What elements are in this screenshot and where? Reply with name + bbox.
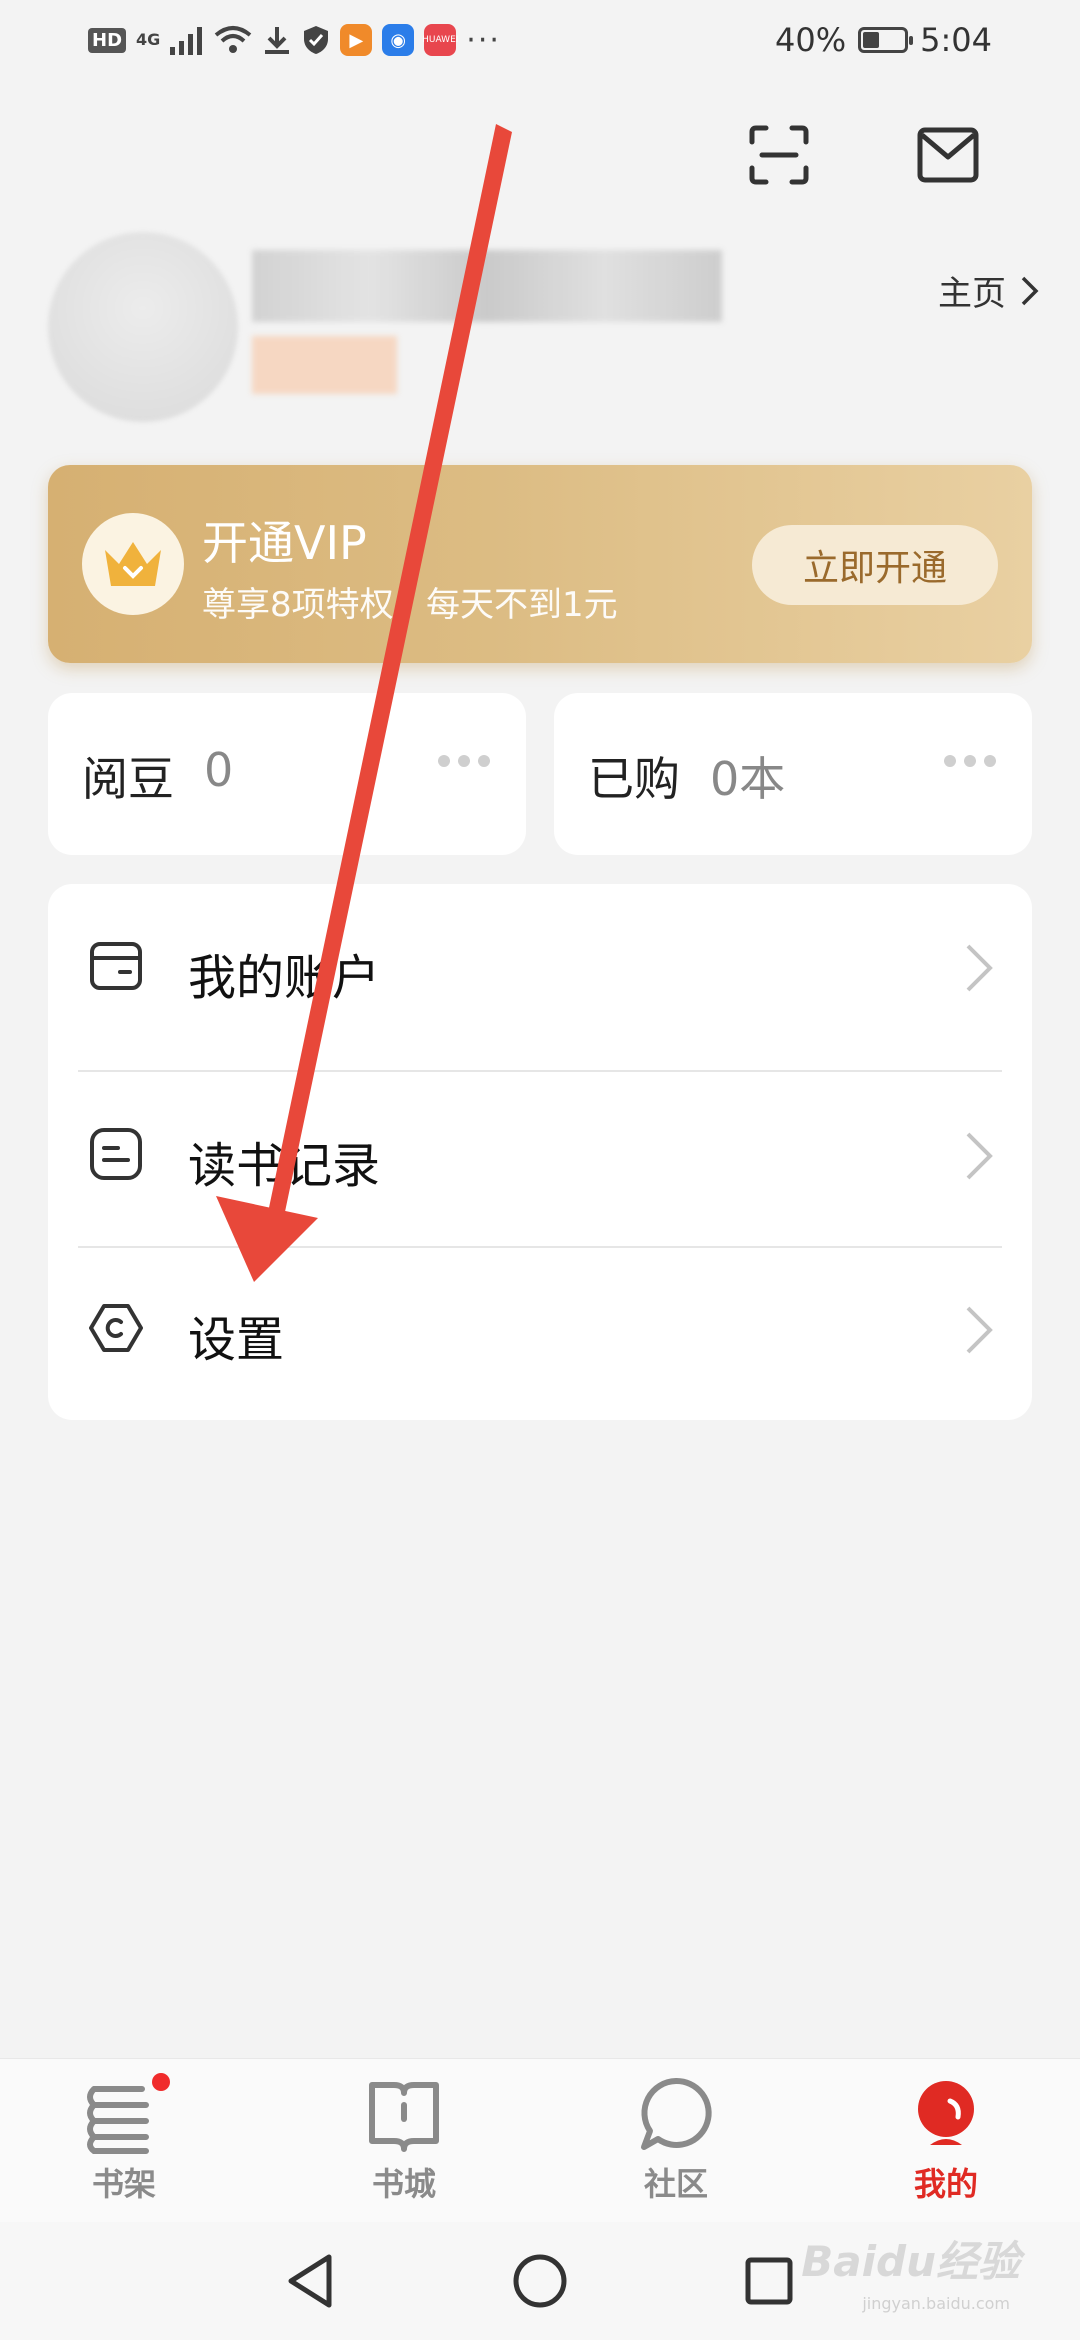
recents-button[interactable] — [734, 2246, 804, 2316]
avatar[interactable] — [48, 232, 238, 422]
stat-label: 阅豆 — [82, 752, 174, 806]
vip-banner[interactable]: 开通VIP 尊享8项特权 每天不到1元 立即开通 — [48, 465, 1032, 663]
menu-item-reading-record[interactable]: 读书记录 — [48, 1072, 1032, 1246]
network-type: 4G — [136, 30, 161, 49]
signal-icon — [170, 27, 203, 55]
more-dots-icon[interactable] — [438, 755, 490, 767]
menu-item-label: 设置 — [188, 1312, 285, 1368]
vip-subtitle: 尊享8项特权 每天不到1元 — [202, 585, 618, 625]
home-circle-icon — [513, 2254, 567, 2308]
bookstore-icon — [364, 2075, 444, 2155]
shield-icon — [304, 26, 329, 54]
battery-percent: 40% — [775, 21, 847, 59]
purchased-card[interactable]: 已购 0本 — [554, 693, 1032, 855]
profile-icon — [906, 2075, 986, 2155]
clock: 5:04 — [920, 21, 992, 59]
home-page-link[interactable]: 主页 — [938, 266, 1040, 315]
user-level-blurred — [252, 336, 397, 394]
nav-label: 书城 — [371, 2165, 436, 2203]
wifi-icon — [215, 26, 252, 53]
chevron-right-icon — [966, 944, 993, 992]
nav-label: 书架 — [91, 2165, 156, 2203]
watermark-url: jingyan.baidu.com — [862, 2294, 1010, 2313]
stat-value: 0本 — [710, 752, 786, 806]
bulb-app-icon: ◉ — [382, 24, 415, 56]
community-icon — [636, 2075, 716, 2155]
status-icons: HD 4G ▶ ◉ HUAWEI ··· — [88, 20, 501, 60]
wallet-icon — [90, 942, 142, 990]
status-bar: HD 4G ▶ ◉ HUAWEI ··· 40% 5:04 — [0, 0, 1080, 80]
status-right: 40% 5:04 — [775, 20, 992, 60]
notification-dot — [152, 2073, 170, 2091]
more-notifications-icon: ··· — [466, 22, 501, 58]
home-button[interactable] — [505, 2246, 575, 2316]
menu-list: 我的账户 读书记录 设置 — [48, 884, 1032, 1420]
menu-item-label: 我的账户 — [188, 950, 381, 1006]
battery-icon — [858, 27, 914, 53]
nav-mine[interactable]: 我的 — [846, 2075, 1046, 2215]
chevron-right-icon — [1021, 276, 1039, 305]
nav-bookstore[interactable]: 书城 — [304, 2075, 504, 2215]
chevron-right-icon — [966, 1132, 993, 1180]
huawei-app-icon: HUAWEI — [422, 24, 458, 56]
messages-button[interactable] — [913, 120, 983, 190]
activate-vip-button[interactable]: 立即开通 — [752, 525, 998, 605]
reading-record-icon — [90, 1128, 142, 1180]
nav-community[interactable]: 社区 — [576, 2075, 776, 2215]
download-icon — [265, 27, 290, 54]
menu-item-label: 读书记录 — [188, 1138, 381, 1194]
crown-badge — [82, 513, 184, 615]
settings-hexagon-icon — [89, 1304, 143, 1352]
recents-square-icon — [745, 2257, 793, 2305]
stat-value: 0 — [204, 743, 234, 797]
back-button[interactable] — [275, 2246, 345, 2316]
watermark: Baidu经验 — [801, 2237, 1020, 2286]
username-blurred — [252, 250, 722, 322]
menu-item-settings[interactable]: 设置 — [48, 1246, 1032, 1420]
hd-indicator: HD — [88, 27, 127, 53]
menu-item-my-account[interactable]: 我的账户 — [48, 884, 1032, 1058]
bottom-navigation: 书架 书城 社区 我的 — [0, 2058, 1080, 2223]
scan-button[interactable] — [744, 120, 814, 190]
home-link-label: 主页 — [938, 274, 1006, 314]
bookshelf-icon — [84, 2073, 170, 2155]
nav-label: 社区 — [643, 2165, 708, 2203]
more-dots-icon[interactable] — [944, 755, 996, 767]
scan-icon — [749, 125, 809, 185]
reading-beans-card[interactable]: 阅豆 0 — [48, 693, 526, 855]
nav-label: 我的 — [913, 2165, 978, 2203]
nav-bookshelf[interactable]: 书架 — [24, 2073, 224, 2215]
crown-icon — [105, 542, 161, 586]
mail-icon — [917, 127, 979, 183]
video-app-icon: ▶ — [340, 24, 373, 56]
stat-label: 已购 — [588, 752, 680, 806]
vip-title: 开通VIP — [202, 516, 367, 570]
chevron-right-icon — [966, 1306, 993, 1354]
back-triangle-icon — [288, 2254, 332, 2308]
